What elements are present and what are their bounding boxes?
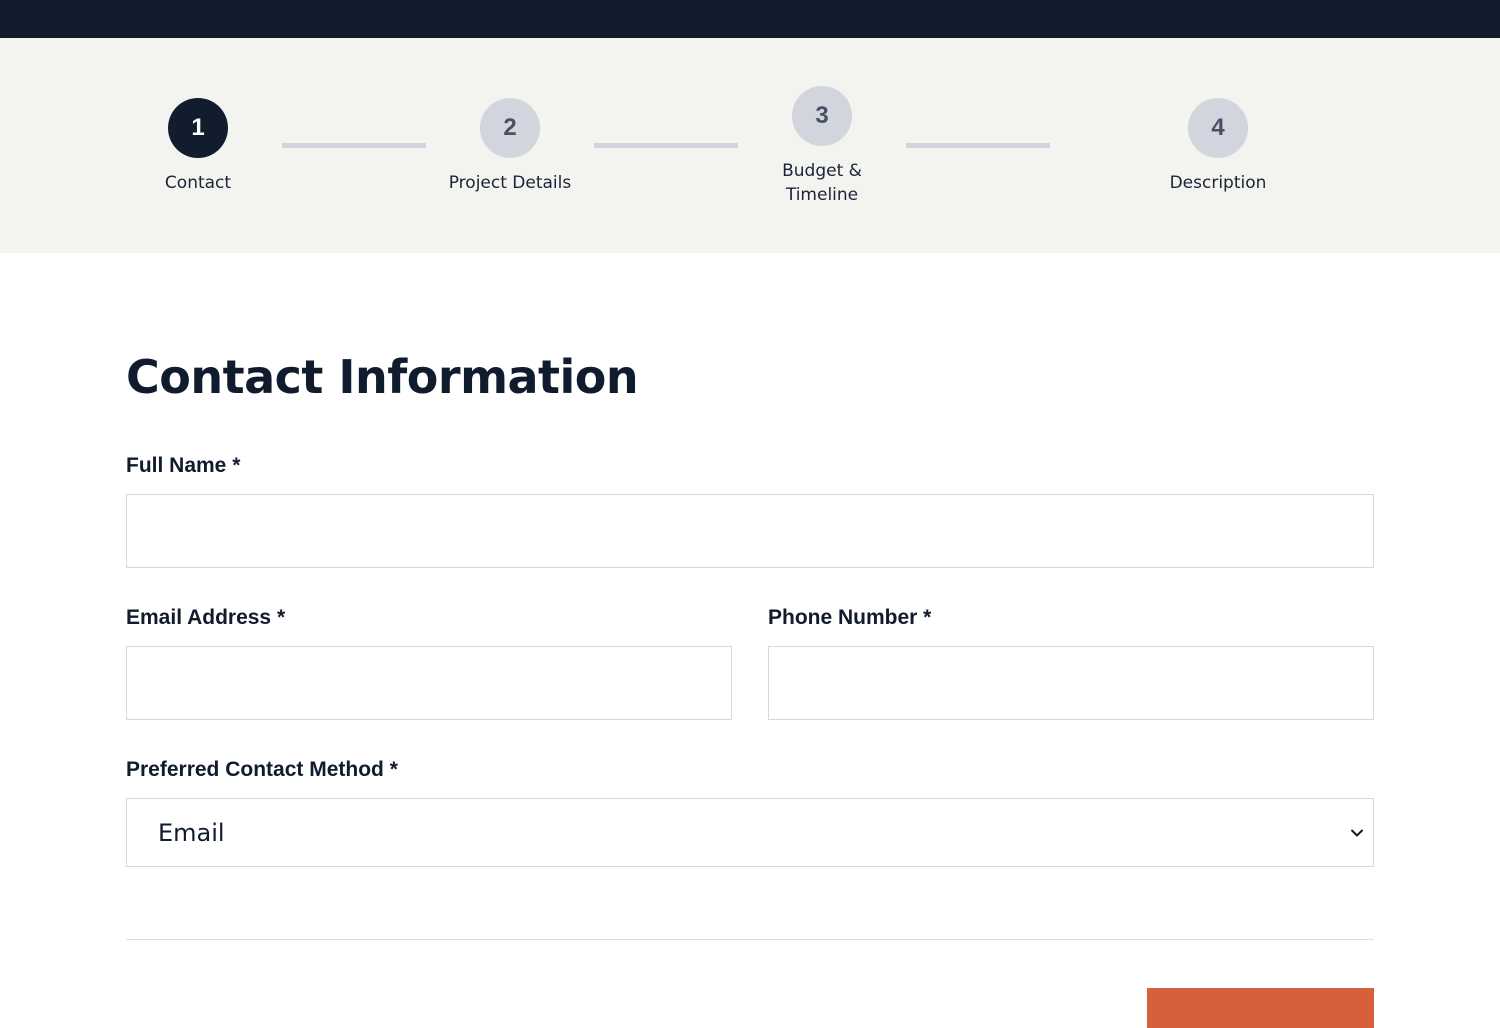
step-label-line: Budget & — [782, 161, 862, 181]
step-connector — [594, 143, 738, 148]
chevron-down-icon — [1351, 829, 1363, 837]
email-label: Email Address * — [126, 606, 286, 629]
step-budget-timeline[interactable]: 3 Budget & Timeline — [742, 86, 902, 207]
step-number-badge: 1 — [168, 98, 228, 158]
step-label: Budget & Timeline — [742, 159, 902, 207]
step-description[interactable]: 4 Description — [1138, 98, 1298, 195]
step-label-line: Timeline — [785, 185, 859, 205]
step-label: Description — [1169, 173, 1267, 193]
step-label: Project Details — [448, 173, 572, 193]
next-button[interactable] — [1147, 988, 1374, 1028]
step-contact[interactable]: 1 Contact — [118, 98, 278, 195]
contact-method-select[interactable]: Email — [126, 798, 1374, 867]
step-connector — [282, 143, 426, 148]
step-number-badge: 2 — [480, 98, 540, 158]
selected-option: Email — [158, 818, 225, 847]
form-divider — [126, 939, 1374, 940]
full-name-label: Full Name * — [126, 454, 241, 477]
step-connector — [906, 143, 1050, 148]
contact-method-label: Preferred Contact Method * — [126, 758, 398, 781]
form-title: Contact Information — [126, 350, 639, 404]
step-number-badge: 4 — [1188, 98, 1248, 158]
step-number-badge: 3 — [792, 86, 852, 146]
phone-input[interactable] — [768, 646, 1374, 720]
full-name-input[interactable] — [126, 494, 1374, 568]
step-label: Contact — [164, 173, 232, 193]
email-input[interactable] — [126, 646, 732, 720]
top-nav-bar — [0, 0, 1500, 38]
step-project-details[interactable]: 2 Project Details — [430, 98, 590, 195]
phone-label: Phone Number * — [768, 606, 932, 629]
progress-stepper: 1 Contact 2 Project Details 3 Budget & T… — [0, 38, 1500, 253]
